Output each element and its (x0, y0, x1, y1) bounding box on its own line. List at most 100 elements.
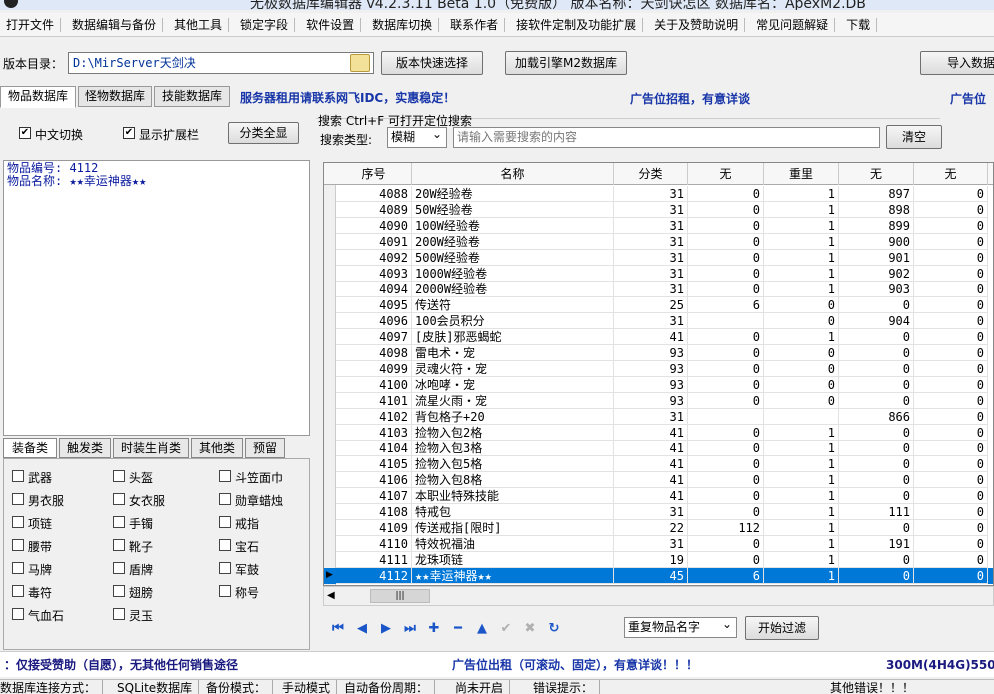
table-cell[interactable]: 0 (914, 408, 988, 425)
table-cell[interactable]: 93 (614, 345, 688, 361)
table-cell[interactable]: 41 (614, 329, 688, 346)
table-cell[interactable]: 31 (614, 265, 688, 282)
table-cell[interactable]: 0 (839, 472, 914, 489)
table-row[interactable]: 4110 特效祝福油 31 0 1 191 0 (324, 535, 993, 552)
table-cell[interactable]: 1000W经验卷 (412, 265, 614, 282)
table-cell[interactable]: 31 (614, 201, 688, 218)
table-cell[interactable]: 31 (614, 313, 688, 330)
delete-record-icon[interactable]: ━ (450, 621, 466, 637)
table-cell[interactable] (764, 408, 839, 425)
category-checkbox[interactable] (12, 608, 24, 620)
table-cell[interactable]: 4111 (336, 551, 412, 568)
table-cell[interactable]: 4105 (336, 456, 412, 473)
table-cell[interactable]: 0 (764, 297, 839, 314)
table-cell[interactable]: 0 (914, 233, 988, 250)
cat-tab-equipment[interactable]: 装备类 (3, 438, 57, 458)
table-cell[interactable]: 6 (688, 297, 764, 314)
table-cell[interactable]: 4097 (336, 329, 412, 346)
show-all-button[interactable]: 分类全显 (228, 122, 299, 144)
table-cell[interactable]: 0 (688, 504, 764, 520)
tab-items[interactable]: 物品数据库 (0, 86, 76, 108)
column-header[interactable]: 无 (839, 163, 914, 185)
table-cell[interactable]: 0 (839, 551, 914, 568)
table-cell[interactable]: 0 (839, 345, 914, 361)
cat-tab-other[interactable]: 其他类 (191, 438, 243, 458)
table-cell[interactable]: 902 (839, 265, 914, 282)
table-cell[interactable]: 0 (839, 440, 914, 457)
table-cell[interactable]: 0 (688, 488, 764, 505)
column-header[interactable]: 名称 (412, 163, 614, 185)
table-cell[interactable]: 41 (614, 424, 688, 441)
table-row[interactable]: 4089 50W经验卷 31 0 1 898 0 (324, 201, 993, 218)
table-cell[interactable]: 31 (614, 217, 688, 234)
table-cell[interactable]: 1 (764, 567, 839, 584)
table-cell[interactable]: 0 (914, 217, 988, 234)
table-cell[interactable]: 0 (688, 249, 764, 266)
show-ext-checkbox[interactable]: ✔ (123, 127, 135, 139)
table-cell[interactable]: 898 (839, 201, 914, 218)
table-row[interactable]: 4100 冰咆哮・宠 93 0 0 0 0 (324, 376, 993, 393)
table-cell[interactable]: 捡物入包3格 (412, 440, 614, 457)
clear-button[interactable]: 清空 (886, 125, 942, 149)
menu-item[interactable]: 打开文件 (0, 17, 62, 32)
table-cell[interactable]: [皮肤]邪恶蝎蛇 (412, 329, 614, 346)
menu-item[interactable]: 数据库切换 (366, 17, 440, 32)
table-cell[interactable]: 0 (764, 360, 839, 377)
table-cell[interactable]: 901 (839, 249, 914, 266)
table-cell[interactable]: 特戒包 (412, 504, 614, 520)
table-cell[interactable]: 6 (688, 567, 764, 584)
menu-item[interactable]: 联系作者 (444, 17, 506, 32)
table-row[interactable]: 4098 雷电术・宠 93 0 0 0 0 (324, 345, 993, 361)
table-cell[interactable]: 19 (614, 551, 688, 568)
table-cell[interactable]: 1 (764, 329, 839, 346)
table-cell[interactable]: 0 (914, 488, 988, 505)
table-cell[interactable]: 捡物入包8格 (412, 472, 614, 489)
table-row[interactable]: 4099 灵魂火符・宠 93 0 0 0 0 (324, 360, 993, 377)
table-cell[interactable]: 4101 (336, 392, 412, 409)
category-checkbox[interactable] (113, 585, 125, 597)
table-row[interactable]: 4107 本职业特殊技能 41 0 1 0 0 (324, 488, 993, 505)
menu-item[interactable]: 数据编辑与备份 (66, 17, 164, 32)
table-cell[interactable]: 0 (914, 201, 988, 218)
menu-item[interactable]: 软件设置 (300, 17, 362, 32)
table-cell[interactable]: 0 (688, 329, 764, 346)
table-cell[interactable]: 200W经验卷 (412, 233, 614, 250)
table-cell[interactable]: 4106 (336, 472, 412, 489)
table-cell[interactable]: 904 (839, 313, 914, 330)
table-cell[interactable]: 900 (839, 233, 914, 250)
table-cell[interactable]: 1 (764, 456, 839, 473)
table-cell[interactable]: 0 (688, 392, 764, 409)
category-checkbox[interactable] (113, 539, 125, 551)
table-cell[interactable]: 4088 (336, 186, 412, 202)
table-cell[interactable]: 1 (764, 186, 839, 202)
table-cell[interactable]: 25 (614, 297, 688, 314)
table-cell[interactable]: 0 (839, 329, 914, 346)
table-cell[interactable]: 0 (764, 345, 839, 361)
first-record-icon[interactable]: ⏮ (330, 621, 346, 637)
table-cell[interactable]: 500W经验卷 (412, 249, 614, 266)
cat-tab-fashion[interactable]: 时装生肖类 (113, 438, 189, 458)
table-cell[interactable]: 0 (914, 519, 988, 536)
table-cell[interactable]: 0 (914, 376, 988, 393)
table-cell[interactable]: 4100 (336, 376, 412, 393)
post-record-icon[interactable]: ✔ (498, 621, 514, 637)
table-cell[interactable]: 50W经验卷 (412, 201, 614, 218)
table-cell[interactable]: 41 (614, 472, 688, 489)
table-row[interactable]: 4111 龙珠项链 19 0 1 0 0 (324, 551, 993, 568)
table-cell[interactable]: 1 (764, 217, 839, 234)
table-cell[interactable]: 4108 (336, 504, 412, 520)
table-row[interactable]: 4104 捡物入包3格 41 0 1 0 0 (324, 440, 993, 457)
load-engine-button[interactable]: 加载引擎M2数据库 (505, 51, 627, 75)
menu-item[interactable]: 锁定字段 (234, 17, 296, 32)
table-cell[interactable]: 31 (614, 233, 688, 250)
table-cell[interactable]: 31 (614, 281, 688, 298)
table-cell[interactable]: 0 (764, 392, 839, 409)
table-row[interactable]: 4112 ★★幸运神器★★ 45 6 1 0 0 (324, 567, 993, 584)
table-cell[interactable]: 传送符 (412, 297, 614, 314)
column-header[interactable]: 无 (688, 163, 764, 185)
table-cell[interactable]: 41 (614, 440, 688, 457)
table-cell[interactable]: 112 (688, 519, 764, 536)
table-row[interactable]: 4093 1000W经验卷 31 0 1 902 0 (324, 265, 993, 282)
table-cell[interactable]: 0 (688, 440, 764, 457)
table-cell[interactable]: 1 (764, 440, 839, 457)
